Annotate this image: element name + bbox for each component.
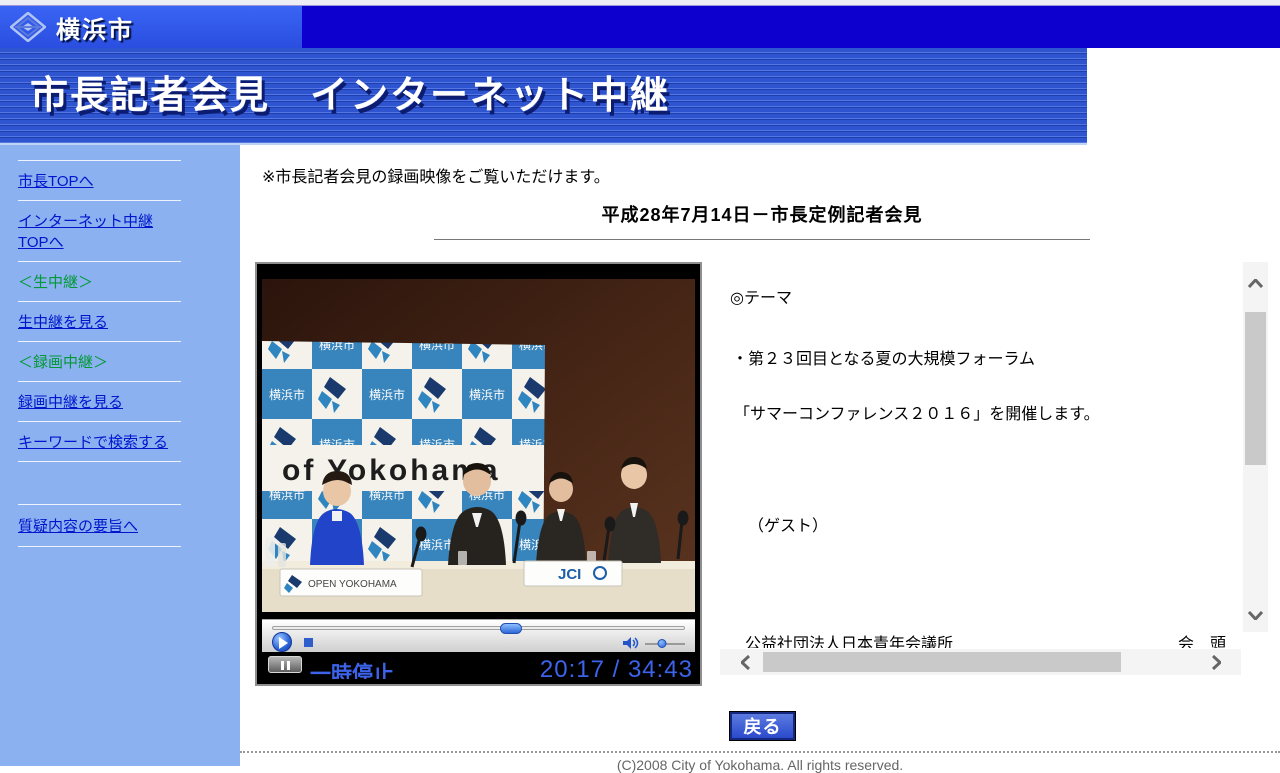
play-icon bbox=[279, 637, 288, 649]
volume-thumb[interactable] bbox=[657, 639, 666, 648]
guest-heading: （ゲスト） bbox=[748, 512, 828, 536]
watch-recorded-link[interactable]: 録画中継を見る bbox=[18, 394, 123, 411]
pause-button[interactable] bbox=[268, 656, 302, 673]
site-name: 横浜市 bbox=[56, 10, 134, 45]
pause-icon bbox=[281, 661, 284, 670]
sidebar-item-watch-recorded: 録画中継を見る bbox=[18, 381, 181, 421]
sidebar-item-live-header: ＜生中継＞ bbox=[18, 261, 181, 301]
back-button[interactable]: 戻る bbox=[730, 712, 795, 740]
qa-summary-link[interactable]: 質疑内容の要旨へ bbox=[18, 518, 138, 535]
recorded-section-label: ＜録画中継＞ bbox=[18, 354, 108, 371]
theme-line-1: ・第２３回目となる夏の大規模フォーラム bbox=[732, 345, 1035, 369]
conference-heading: 平成28年7月14日－市長定例記者会見 bbox=[434, 201, 1090, 227]
stop-button[interactable] bbox=[304, 638, 313, 647]
page-banner: 市長記者会見 インターネット中継 bbox=[0, 48, 1087, 145]
player-controls bbox=[262, 619, 695, 652]
sidebar-item-mayor-top: 市長TOPへ bbox=[18, 160, 181, 200]
scroll-up-icon[interactable] bbox=[1243, 270, 1268, 296]
page-title: 市長記者会見 インターネット中継 bbox=[30, 64, 670, 119]
volume-icon[interactable] bbox=[623, 636, 639, 652]
video-player: 横浜市 横浜市 of Yokohama bbox=[255, 262, 702, 686]
player-status-bar: 一時停止 20:17 / 34:43 bbox=[262, 652, 695, 679]
scroll-down-icon[interactable] bbox=[1243, 602, 1268, 628]
sidebar-item-recorded-header: ＜録画中継＞ bbox=[18, 341, 181, 381]
vertical-scroll-thumb[interactable] bbox=[1245, 312, 1266, 465]
play-button[interactable] bbox=[272, 632, 292, 652]
site-logo-area[interactable]: 横浜市 bbox=[0, 6, 302, 48]
horizontal-scrollbar[interactable] bbox=[720, 649, 1241, 675]
vertical-scrollbar[interactable] bbox=[1243, 262, 1268, 632]
top-bar: 横浜市 bbox=[0, 6, 1280, 48]
svg-text:JCI: JCI bbox=[558, 566, 581, 583]
keyword-search-link[interactable]: キーワードで検索する bbox=[18, 434, 168, 451]
watch-live-link[interactable]: 生中継を見る bbox=[18, 314, 108, 331]
sidebar-item-qa-summary: 質疑内容の要旨へ bbox=[18, 504, 181, 547]
volume-slider[interactable] bbox=[645, 643, 685, 645]
scroll-left-icon[interactable] bbox=[732, 649, 758, 675]
live-section-label: ＜生中継＞ bbox=[18, 274, 93, 291]
yokohama-city-emblem-icon bbox=[10, 12, 46, 42]
video-frame: 横浜市 横浜市 of Yokohama bbox=[262, 269, 695, 619]
conference-info-panel: ◎テーマ ・第２３回目となる夏の大規模フォーラム 「サマーコンファレンス２０１６… bbox=[720, 262, 1243, 648]
sidebar-item-watch-live: 生中継を見る bbox=[18, 301, 181, 341]
guest-organization: 公益社団法人日本青年会議所 bbox=[745, 636, 953, 648]
sidebar-item-keyword-search: キーワードで検索する bbox=[18, 421, 181, 462]
time-display: 20:17 / 34:43 bbox=[540, 656, 693, 679]
mayor-top-link[interactable]: 市長TOPへ bbox=[18, 173, 94, 190]
horizontal-scroll-thumb[interactable] bbox=[763, 652, 1121, 672]
conference-heading-block: 平成28年7月14日－市長定例記者会見 bbox=[434, 201, 1090, 240]
sidebar: 市長TOPへ インターネット中継TOPへ ＜生中継＞ 生中継を見る ＜録画中継＞… bbox=[0, 145, 240, 766]
theme-heading: ◎テーマ bbox=[730, 284, 792, 308]
seek-bar[interactable] bbox=[272, 626, 685, 630]
sidebar-item-internet-top: インターネット中継TOPへ bbox=[18, 200, 181, 261]
theme-line-2: 「サマーコンファレンス２０１６」を開催します。 bbox=[734, 400, 1100, 424]
page-note: ※市長記者会見の録画映像をご覧いただけます。 bbox=[262, 163, 610, 187]
scroll-right-icon[interactable] bbox=[1203, 649, 1229, 675]
internet-broadcast-top-link[interactable]: インターネット中継TOPへ bbox=[18, 213, 153, 251]
guest-title-name: 会 頭 山本 樹 bbox=[1178, 636, 1243, 648]
playback-status-label: 一時停止 bbox=[310, 658, 394, 679]
video-display[interactable]: 横浜市 横浜市 of Yokohama bbox=[262, 269, 695, 619]
svg-text:OPEN YOKOHAMA: OPEN YOKOHAMA bbox=[308, 579, 397, 590]
seek-thumb[interactable] bbox=[500, 623, 522, 634]
guest-line: 公益社団法人日本青年会議所 会 頭 山本 樹 bbox=[745, 630, 1243, 648]
copyright-text: (C)2008 City of Yokohama. All rights res… bbox=[240, 751, 1280, 773]
sidebar-menu: 市長TOPへ インターネット中継TOPへ ＜生中継＞ 生中継を見る ＜録画中継＞… bbox=[18, 160, 181, 462]
